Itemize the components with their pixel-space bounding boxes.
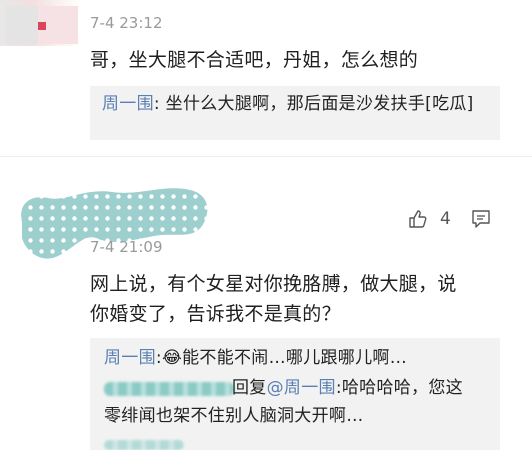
reply-text-line-2: 零绯闻也架不住别人脑洞大开啊… [104,406,364,426]
reply-text: : 坐什么大腿啊，那后面是沙发扶手[吃瓜] [153,94,474,114]
reply-text: 能不能不闹…哪儿跟哪儿啊… [182,348,408,368]
comment-timestamp: 7-4 21:09 [90,238,163,256]
reply-text: :哈哈哈哈，您这 [335,378,463,398]
avatar-block-left [6,6,38,44]
reply-mention[interactable]: @周一围 [267,378,336,398]
avatar-pattern-mask [21,188,208,259]
reply-username[interactable]: 周一围 [104,348,156,368]
reply-username[interactable]: 周一围 [102,94,154,114]
avatar-red-mark [38,22,46,30]
blurred-more-replies [104,440,184,450]
comment-timestamp: 7-4 23:12 [90,14,163,32]
like-button[interactable]: 4 [408,208,454,230]
like-count: 4 [440,209,451,229]
comment-text-line-2: 你婚变了，告诉我不是真的？ [90,303,341,325]
user-avatar-blurred [0,0,80,46]
reply-content: 周一围: 坐什么大腿啊，那后面是沙发扶手[吃瓜] [102,90,494,118]
blurred-username [104,382,234,396]
comment-text: 哥，坐大腿不合适吧，丹姐，怎么想的 [90,49,419,71]
reply-item: 回复@周一围:哈哈哈哈，您这 [232,374,463,402]
comment-divider [0,156,532,157]
reply-prefix: 回复 [232,378,267,398]
comment-icon [472,210,490,228]
laughing-emoji-icon: 😂 [161,348,183,368]
comment-text-line-1: 网上说，有个女星对你挽胳膊，做大腿，说 [90,273,457,295]
comment-button[interactable] [470,208,492,230]
thumbs-up-icon [409,210,427,228]
reply-item: 周一围:😂能不能不闹…哪儿跟哪儿啊… [104,344,496,372]
